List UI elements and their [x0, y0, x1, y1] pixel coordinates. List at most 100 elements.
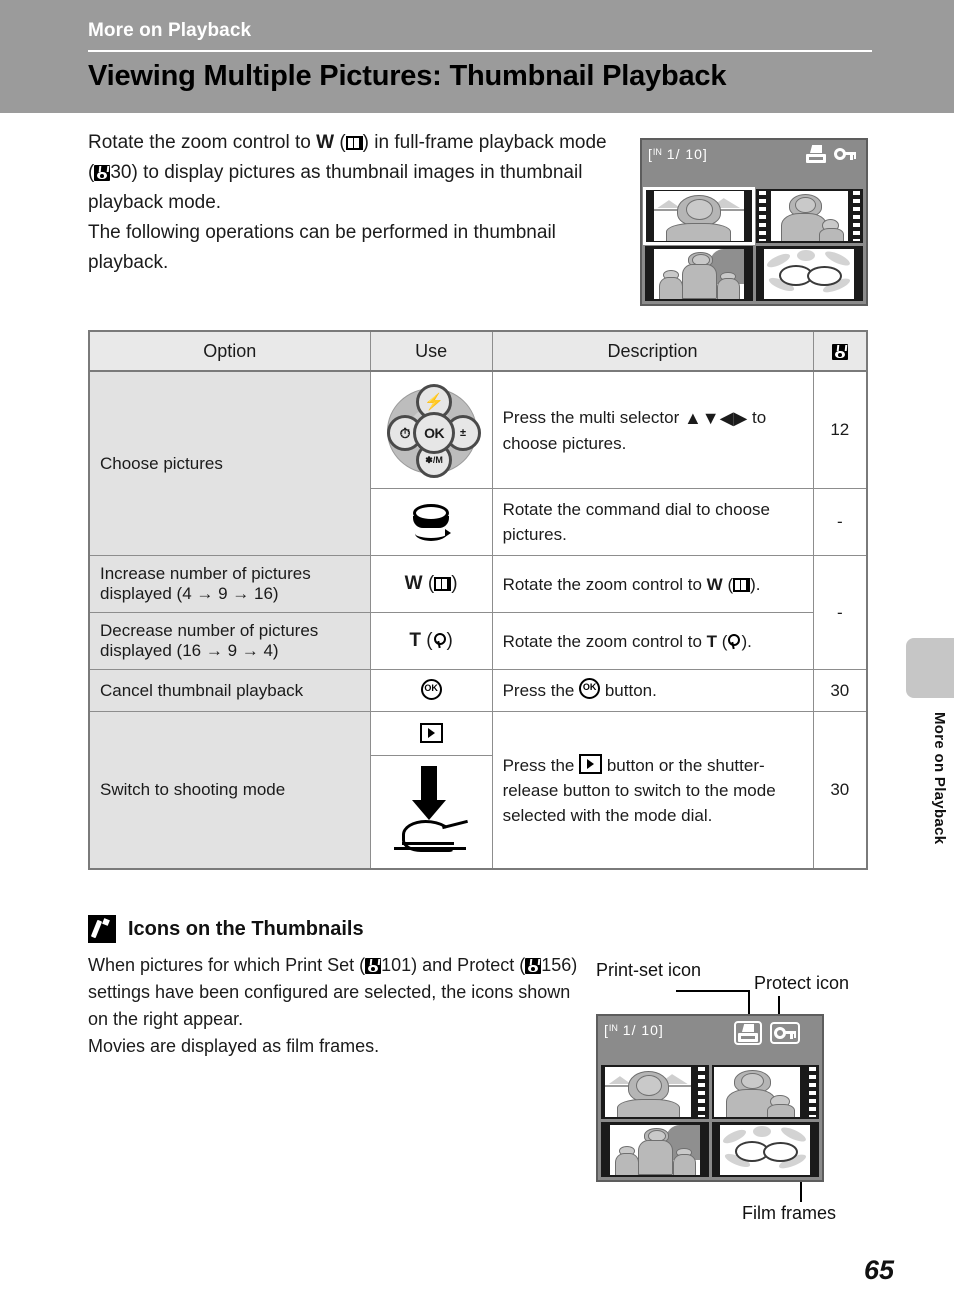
intro-paragraph: Rotate the zoom control to W () in full-…	[88, 132, 607, 273]
thumbnail-cell-4	[755, 246, 863, 301]
shutter-release-press-icon	[388, 764, 474, 860]
protect-icon	[774, 1025, 796, 1041]
operations-table: Option Use Description Choose pictures ⚡…	[88, 330, 868, 870]
cell-ref-12: 12	[812, 370, 868, 489]
page-title: Viewing Multiple Pictures: Thumbnail Pla…	[88, 60, 727, 92]
note-body: When pictures for which Print Set (101) …	[88, 955, 578, 1056]
cell-use-shutter-release	[369, 755, 493, 870]
side-tab-label: More on Playback	[931, 712, 948, 845]
cell-option-decrease: Decrease number of pictures displayed (1…	[88, 612, 371, 670]
ok-button-icon: OK	[420, 679, 442, 700]
thumbnail-cell-3	[645, 246, 753, 301]
film-sprocket-right	[852, 191, 860, 242]
table-row-cancel-thumbnail: Cancel thumbnail playback OK Press the O…	[88, 669, 868, 712]
cell-description-switch-shooting: Press the button or the shutter-release …	[491, 711, 814, 870]
thumbnail-4-icon	[733, 577, 751, 592]
intro-line2: The following operations can be performe…	[88, 222, 556, 273]
playback-button-icon	[419, 722, 443, 743]
cell-use-ok-button: OK	[369, 669, 493, 712]
playback-button-icon	[579, 753, 603, 774]
lcd-status-text: [IN 1/ 10]	[604, 1022, 664, 1038]
page-reference-icon	[94, 165, 111, 181]
lcd-status-icons	[734, 1021, 800, 1045]
thumbnail-cell-1	[643, 186, 755, 246]
cell-use-command-dial	[369, 488, 493, 556]
ok-button-icon: OK	[579, 678, 601, 699]
leader-line-printset-h	[676, 990, 750, 992]
page-number: 65	[863, 1255, 894, 1285]
cell-use-multi-selector: ⚡ ⏱ ± ✽/M OK	[369, 370, 493, 489]
header-kicker: More on Playback	[88, 20, 252, 41]
page-header-band: More on Playback Viewing Multiple Pictur…	[0, 0, 954, 113]
magnify-icon	[727, 633, 741, 649]
print-set-icon	[806, 145, 826, 163]
pencil-note-icon	[88, 915, 116, 943]
cell-option-increase: Increase number of pictures displayed (4…	[88, 555, 371, 613]
cell-option-cancel: Cancel thumbnail playback	[88, 669, 371, 712]
film-sprocket-right	[698, 1067, 706, 1118]
callout-print-set-label: Print-set icon	[596, 960, 702, 980]
thumbnail-cell-3	[601, 1122, 709, 1177]
column-header-description: Description	[491, 330, 814, 372]
cell-use-playback-button	[369, 711, 493, 756]
cell-ref-30-a: 30	[812, 669, 868, 712]
cell-ref-30-b: 30	[812, 711, 868, 870]
page-reference-icon	[365, 958, 382, 974]
cell-ref-dash-1: -	[812, 488, 868, 556]
cell-description-cancel: Press the OK button.	[491, 669, 814, 712]
protect-icon-box	[770, 1022, 800, 1044]
print-set-icon	[738, 1024, 758, 1042]
table-row-decrease-pictures: Decrease number of pictures displayed (1…	[88, 612, 867, 670]
protect-icon	[834, 146, 856, 162]
print-set-icon-box	[734, 1021, 762, 1045]
multi-selector-icon: ⚡ ⏱ ± ✽/M OK	[385, 384, 482, 478]
side-tab-marker	[906, 638, 954, 698]
thumbnail-cell-4	[711, 1122, 819, 1177]
magnify-icon	[433, 633, 447, 648]
thumbnail-cell-2-movie	[755, 188, 863, 244]
film-sprocket-left	[758, 191, 766, 242]
table-row-choose-pictures: Choose pictures ⚡ ⏱ ± ✽/M OK Press the m…	[88, 370, 868, 556]
thumbnail-4-icon	[434, 577, 452, 591]
cell-use-wide-zoom: W ()	[369, 555, 493, 613]
intro-w-label: W	[316, 132, 335, 153]
tele-zoom-label: T	[409, 630, 421, 651]
leader-line-printset-v	[748, 990, 750, 1016]
cell-description-decrease: Rotate the zoom control to T ().	[491, 612, 814, 670]
cell-option-choose-pictures: Choose pictures	[88, 370, 371, 556]
cell-description-choose-pictures: Press the multi selector ▲▼◀▶ to choose …	[491, 370, 814, 489]
page-reference-icon	[525, 958, 542, 974]
lcd-status-icons	[806, 145, 856, 163]
intro-page-ref: 30	[110, 162, 132, 183]
command-dial-icon	[409, 502, 453, 542]
column-header-page-reference	[812, 330, 868, 372]
note-title: Icons on the Thumbnails	[128, 917, 364, 940]
header-divider	[88, 50, 872, 52]
cell-description-increase: Rotate the zoom control to W ().	[491, 555, 814, 613]
column-header-option: Option	[88, 330, 371, 372]
table-row-increase-pictures: Increase number of pictures displayed (4…	[88, 555, 868, 670]
film-sprocket-right	[808, 1067, 816, 1118]
lcd-thumbnail-grid	[642, 186, 866, 304]
ok-button-icon: OK	[413, 412, 456, 454]
lcd-status-bar: [IN 1/ 10]	[642, 140, 866, 186]
cell-description-command-dial: Rotate the command dial to choose pictur…	[491, 488, 814, 556]
callout-protect-label: Protect icon	[754, 973, 850, 993]
cell-use-tele-zoom: T ()	[369, 612, 493, 670]
thumbnail-cell-1-movie	[601, 1064, 709, 1120]
page-reference-icon	[831, 343, 848, 360]
table-row-switch-shooting: Switch to shooting mode Press the button…	[88, 711, 868, 870]
lcd-status-text: [IN 1/ 10]	[648, 146, 708, 162]
intro-text-c: ) to display pictures as thumbnail image…	[88, 162, 583, 213]
intro-text-a: Rotate the zoom control to	[88, 132, 317, 153]
lcd-status-bar: [IN 1/ 10]	[598, 1016, 822, 1062]
thumbnail-4-icon	[345, 136, 363, 150]
table-header-row: Option Use Description	[88, 330, 868, 372]
lcd-thumbnail-screen-top: [IN 1/ 10]	[640, 138, 868, 306]
leader-line-protect-v	[778, 996, 780, 1016]
cell-option-switch-shooting: Switch to shooting mode	[88, 711, 371, 870]
note-header: Icons on the Thumbnails	[88, 915, 364, 943]
cell-ref-dash-2: -	[812, 555, 868, 670]
callout-film-frames-label: Film frames	[742, 1203, 836, 1223]
thumbnail-cell-2-movie	[711, 1064, 819, 1120]
